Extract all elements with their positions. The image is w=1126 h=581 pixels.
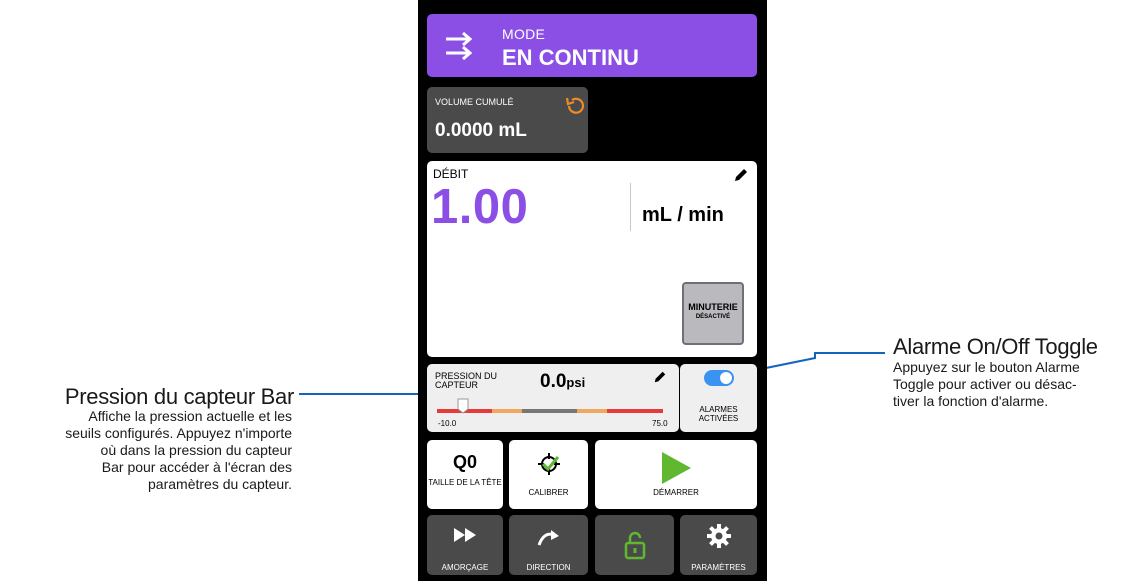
timer-button[interactable]: MINUTERIE DÉSACTIVÉ — [682, 282, 744, 345]
pressure-unit: psi — [566, 375, 586, 390]
start-label: DÉMARRER — [653, 488, 699, 497]
pressure-annotation-description: Affiche la pression actuelle et les seui… — [0, 408, 292, 493]
unlock-icon — [624, 531, 645, 560]
head-size-value: Q0 — [452, 452, 477, 472]
head-size-button[interactable]: Q0 TAILLE DE LA TÊTE — [427, 440, 503, 509]
alarm-label: ALARMES ACTIVÉES — [698, 405, 739, 423]
direction-button[interactable]: DIRECTION — [509, 515, 588, 575]
volume-value: 0.0000 mL — [435, 120, 527, 141]
pressure-min: -10.0 — [438, 419, 457, 428]
timer-state: DÉSACTIVÉ — [695, 314, 731, 320]
lock-button[interactable] — [595, 515, 674, 575]
head-size-label: TAILLE DE LA TÊTE — [428, 478, 502, 487]
annotation-line-text: Appuyez sur le bouton Alarme — [893, 359, 1080, 375]
pressure-value-readout: 0.0psi — [540, 371, 585, 393]
pressure-indicator-thumb — [457, 398, 469, 414]
calibrate-icon — [538, 453, 560, 475]
pressure-annotation-title: Pression du capteur Bar — [64, 384, 294, 409]
pressure-label: PRESSION DU CAPTEUR — [435, 371, 498, 390]
pressure-callout-line — [299, 393, 427, 395]
cumulative-volume-tile[interactable]: VOLUME CUMULÉ 0.0000 mL — [427, 87, 588, 153]
high-warning-segment — [577, 409, 607, 413]
flow-rate-tile[interactable]: DÉBIT 1.00 mL / min MINUTERIE DÉSACTIVÉ — [427, 161, 757, 357]
pump-screen: MODE EN CONTINU VOLUME CUMULÉ 0.0000 mL … — [418, 0, 767, 581]
alarm-toggle-tile[interactable]: ALARMES ACTIVÉES — [680, 364, 757, 432]
alarm-annotation-title: Alarme On/Off Toggle — [893, 334, 1098, 359]
pressure-bar[interactable] — [437, 409, 663, 413]
settings-label: PARAMÈTRES — [691, 563, 746, 572]
toggle-knob — [720, 372, 732, 384]
arrows-swap-icon — [446, 31, 473, 61]
annotation-line-text: seuils configurés. Appuyez n'importe — [65, 425, 292, 441]
normal-segment — [522, 409, 577, 413]
pencil-icon[interactable] — [733, 167, 749, 183]
annotation-line-text: Toggle pour activer ou désac- — [893, 376, 1077, 392]
prime-button[interactable]: AMORÇAGE — [427, 515, 503, 575]
divider — [630, 183, 631, 231]
fast-forward-icon — [454, 528, 476, 542]
start-button[interactable]: DÉMARRER — [595, 440, 757, 509]
annotation-line-text: tiver la fonction d'alarme. — [893, 393, 1049, 409]
low-warning-segment — [492, 409, 522, 413]
calibrate-label: CALIBRER — [528, 488, 569, 497]
mode-label: MODE — [502, 26, 546, 42]
mode-banner[interactable]: MODE EN CONTINU — [427, 14, 757, 77]
pencil-icon[interactable] — [653, 370, 667, 384]
alarm-annotation-description: Appuyez sur le bouton Alarme Toggle pour… — [893, 359, 1123, 410]
pressure-value: 0.0 — [540, 371, 567, 392]
annotation-line-text: Affiche la pression actuelle et les — [88, 408, 292, 424]
annotation-line-text: paramètres du capteur. — [148, 476, 292, 492]
volume-label: VOLUME CUMULÉ — [435, 97, 514, 107]
alarm-toggle[interactable] — [704, 370, 734, 386]
annotation-line-text: Bar pour accéder à l'écran des — [101, 459, 292, 475]
prime-label: AMORÇAGE — [441, 563, 489, 572]
high-alarm-segment — [607, 409, 663, 413]
direction-label: DIRECTION — [526, 563, 571, 572]
annotation-line-text: où dans la pression du capteur — [100, 442, 292, 458]
pressure-max: 75.0 — [652, 419, 668, 428]
play-icon — [662, 452, 691, 484]
reset-icon[interactable] — [564, 95, 586, 117]
timer-label: MINUTERIE — [688, 302, 738, 312]
curved-arrow-icon — [537, 530, 559, 546]
flow-unit: mL / min — [642, 204, 724, 226]
gear-icon — [706, 524, 731, 548]
settings-button[interactable]: PARAMÈTRES — [680, 515, 757, 575]
flow-value: 1.00 — [431, 180, 529, 234]
mode-value: EN CONTINU — [502, 45, 639, 70]
sensor-pressure-tile[interactable]: PRESSION DU CAPTEUR 0.0psi -10.0 75.0 — [427, 364, 679, 432]
calibrate-button[interactable]: CALIBRER — [509, 440, 588, 509]
